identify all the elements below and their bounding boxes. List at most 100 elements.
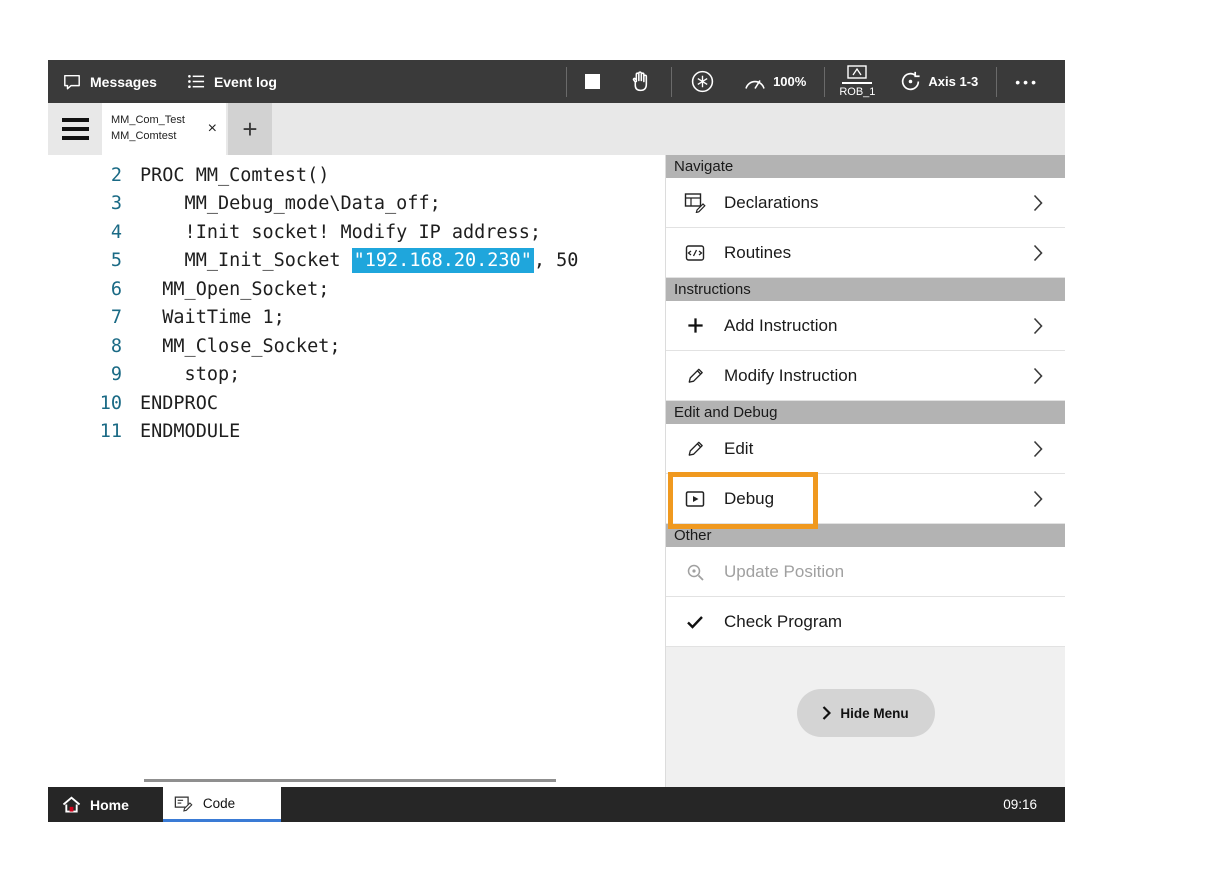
jog-hand-button[interactable] [614, 60, 667, 103]
menu-item-add-instruction[interactable]: Add Instruction [666, 301, 1065, 351]
hand-icon [628, 69, 653, 94]
top-status-bar: Messages Event log [48, 60, 1065, 103]
menu-item-check-program[interactable]: Check Program [666, 597, 1065, 647]
pencil-icon [680, 439, 710, 458]
code-line[interactable]: 10 ENDPROC [48, 389, 665, 418]
line-number: 3 [48, 193, 122, 214]
selected-ip-text[interactable]: "192.168.20.230" [352, 248, 534, 273]
menu-item-edit[interactable]: Edit [666, 424, 1065, 474]
line-number: 6 [48, 279, 122, 300]
topbar-divider [996, 67, 997, 97]
motors-state-button[interactable] [676, 60, 729, 103]
section-header-instructions: Instructions [666, 278, 1065, 301]
section-header-edit-and-debug: Edit and Debug [666, 401, 1065, 424]
editor-tab-bar: MM_Com_Test MM_Comtest × + [48, 103, 1065, 155]
chevron-right-icon [822, 706, 831, 720]
tab-mm-comtest[interactable]: MM_Com_Test MM_Comtest × [102, 103, 226, 155]
code-taskbar-tab[interactable]: Code [163, 787, 281, 822]
code-text: MM_Debug_mode\Data_off; [140, 193, 441, 214]
menu-item-routines[interactable]: Routines [666, 228, 1065, 278]
messages-icon [62, 73, 82, 91]
line-number: 10 [48, 393, 122, 414]
rob-icon [847, 65, 867, 80]
new-tab-button[interactable]: + [228, 103, 272, 155]
code-line[interactable]: 2PROC MM_Comtest() [48, 161, 665, 190]
menu-item-label: Modify Instruction [724, 366, 1033, 386]
section-header-navigate: Navigate [666, 155, 1065, 178]
hide-menu-button[interactable]: Hide Menu [797, 689, 935, 737]
speed-value: 100% [773, 74, 806, 89]
home-button[interactable]: Home [48, 796, 129, 813]
code-editor[interactable]: 2PROC MM_Comtest() 3 MM_Debug_mode\Data_… [48, 155, 665, 787]
menu-item-label: Edit [724, 439, 1033, 459]
axis-selector-button[interactable]: Axis 1-3 [885, 60, 992, 103]
debug-icon [680, 490, 710, 508]
speed-button[interactable]: 100% [729, 60, 820, 103]
axis-rotate-icon [899, 70, 922, 93]
topbar-divider [566, 67, 567, 97]
code-text: MM_Close_Socket; [140, 336, 340, 357]
chevron-right-icon [1033, 367, 1043, 385]
bottom-task-bar: Home Code 09:16 [48, 787, 1065, 822]
tab-title-module: MM_Com_Test [111, 113, 205, 129]
home-icon [62, 796, 81, 813]
pencil-icon [680, 366, 710, 385]
menu-item-label: Update Position [724, 562, 1043, 582]
line-number: 11 [48, 421, 122, 442]
tab-close-icon[interactable]: × [205, 120, 220, 138]
code-text: MM_Open_Socket; [140, 279, 329, 300]
chevron-right-icon [1033, 317, 1043, 335]
rob-label: ROB_1 [839, 86, 875, 98]
code-text: !Init socket! Modify IP address; [140, 222, 541, 243]
stop-icon [585, 74, 600, 89]
rob-active-underline [842, 82, 872, 84]
code-text: ENDPROC [140, 393, 218, 414]
line-number: 9 [48, 364, 122, 385]
code-text: MM_Init_Socket "192.168.20.230", 50 [140, 250, 578, 271]
menu-item-declarations[interactable]: Declarations [666, 178, 1065, 228]
event-log-icon [187, 73, 206, 90]
speed-gauge-icon [743, 72, 767, 91]
code-line[interactable]: 5 MM_Init_Socket "192.168.20.230", 50 [48, 247, 665, 276]
line-number: 2 [48, 165, 122, 186]
clock-time: 09:16 [1003, 797, 1065, 812]
code-line[interactable]: 4 !Init socket! Modify IP address; [48, 218, 665, 247]
line-number: 5 [48, 250, 122, 271]
code-line[interactable]: 11 ENDMODULE [48, 418, 665, 447]
event-log-label: Event log [214, 74, 277, 90]
code-menu-panel: Navigate Declarations Routines [665, 155, 1065, 787]
update-position-icon [680, 562, 710, 582]
horizontal-scrollbar[interactable] [144, 779, 556, 782]
topbar-divider [824, 67, 825, 97]
flexpendant-app: Messages Event log [48, 60, 1065, 822]
hide-menu-label: Hide Menu [840, 706, 908, 721]
routines-icon [680, 243, 710, 263]
menu-item-debug[interactable]: Debug [666, 474, 1065, 524]
code-line[interactable]: 7 WaitTime 1; [48, 304, 665, 333]
stop-button[interactable] [571, 60, 614, 103]
more-menu-button[interactable]: ••• [1001, 74, 1053, 90]
event-log-button[interactable]: Event log [187, 73, 277, 90]
panel-filler: Hide Menu [666, 647, 1065, 787]
menu-item-modify-instruction[interactable]: Modify Instruction [666, 351, 1065, 401]
code-text: WaitTime 1; [140, 307, 285, 328]
motors-off-icon [690, 69, 715, 94]
menu-item-label: Check Program [724, 612, 1043, 632]
chevron-right-icon [1033, 244, 1043, 262]
messages-button[interactable]: Messages [62, 73, 157, 91]
rob-selector-button[interactable]: ROB_1 [829, 65, 885, 98]
code-text: ENDMODULE [140, 421, 240, 442]
declarations-icon [680, 192, 710, 213]
hamburger-menu-button[interactable] [48, 103, 102, 155]
axis-label: Axis 1-3 [928, 74, 978, 89]
chevron-right-icon [1033, 490, 1043, 508]
code-line[interactable]: 8 MM_Close_Socket; [48, 332, 665, 361]
topbar-divider [671, 67, 672, 97]
code-line[interactable]: 3 MM_Debug_mode\Data_off; [48, 190, 665, 219]
chevron-right-icon [1033, 194, 1043, 212]
menu-item-label: Declarations [724, 193, 1033, 213]
code-line[interactable]: 6 MM_Open_Socket; [48, 275, 665, 304]
code-line[interactable]: 9 stop; [48, 361, 665, 390]
line-number: 8 [48, 336, 122, 357]
plus-icon [680, 316, 710, 335]
